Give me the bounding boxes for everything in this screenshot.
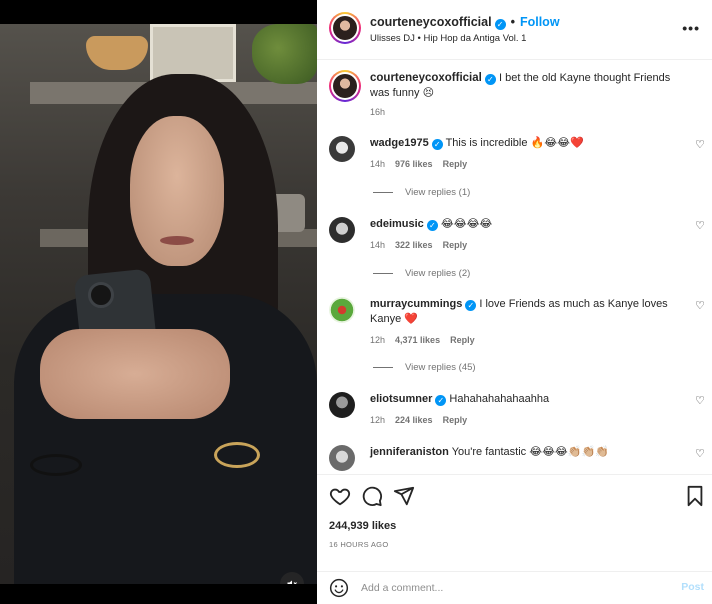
phone-camera	[88, 282, 114, 308]
likes-count[interactable]: 244,939 likes	[329, 520, 396, 532]
caption-timestamp: 16h	[370, 107, 386, 117]
comment-time: 14h	[370, 240, 386, 250]
comment-like-heart-icon[interactable]: ♡	[695, 396, 705, 407]
caption-avatar[interactable]	[329, 70, 361, 102]
more-options-button[interactable]: •••	[682, 20, 700, 36]
comment-meta: 14h 322 likes Reply	[370, 240, 477, 250]
commenter-avatar[interactable]	[329, 297, 355, 323]
comment-text: 😂😂😂😂	[440, 218, 493, 230]
comment-text-line: eliotsumner ✓ Hahahahahahaahha	[370, 392, 680, 407]
reply-button[interactable]: Reply	[443, 415, 468, 425]
bookmark-icon[interactable]	[684, 485, 706, 507]
verified-badge-icon: ✓	[494, 19, 506, 30]
commenter-username[interactable]: eliotsumner	[370, 393, 432, 405]
comment-input[interactable]	[361, 578, 651, 598]
verified-badge-icon: ✓	[435, 395, 447, 406]
comment-like-heart-icon[interactable]: ♡	[695, 449, 705, 460]
verified-badge-icon: ✓	[431, 139, 443, 150]
caption-username[interactable]: courteneycoxofficial	[370, 72, 482, 84]
comment-meta: 12h 224 likes Reply	[370, 415, 477, 425]
comment-like-heart-icon[interactable]: ♡	[695, 221, 705, 232]
comment-likes[interactable]: 976 likes	[395, 159, 433, 169]
media-viewer	[0, 0, 317, 604]
commenter-username[interactable]: wadge1975	[370, 137, 429, 149]
comment-item: jenniferaniston You're fantastic 😂😂😂👏🏼👏🏼…	[317, 445, 712, 474]
verified-badge-icon: ✓	[484, 74, 496, 85]
reply-button[interactable]: Reply	[443, 159, 468, 169]
caption: courteneycoxofficial ✓ I bet the old Kayn…	[370, 71, 690, 101]
commenter-avatar[interactable]	[329, 392, 355, 418]
commenter-avatar[interactable]	[329, 445, 355, 471]
wrist-band	[30, 454, 82, 476]
comment-text: You're fantastic 😂😂😂👏🏼👏🏼👏🏼	[451, 446, 609, 458]
post-details-panel: courteneycoxofficial ✓ • Follow Ulisses DJ …	[317, 0, 712, 604]
comment-text-line: wadge1975 ✓ This is incredible 🔥😂😂❤️	[370, 136, 680, 151]
comment-text-line: jenniferaniston You're fantastic 😂😂😂👏🏼👏🏼…	[370, 445, 680, 460]
reply-button[interactable]: Reply	[443, 240, 468, 250]
verified-badge-icon: ✓	[465, 300, 477, 311]
commenter-avatar[interactable]	[329, 217, 355, 243]
commenter-username[interactable]: murraycummings	[370, 298, 462, 310]
comment-text: This is incredible 🔥😂😂❤️	[445, 137, 584, 149]
follow-button[interactable]: Follow	[520, 15, 560, 29]
comment-text: Hahahahahahaahha	[449, 393, 550, 405]
view-replies-button[interactable]: View replies (45)	[373, 362, 476, 373]
comment-like-heart-icon[interactable]: ♡	[695, 140, 705, 151]
comment-time: 14h	[370, 159, 386, 169]
comment-item: wadge1975 ✓ This is incredible 🔥😂😂❤️ 14h 9…	[317, 136, 712, 198]
commenter-username[interactable]: edeimusic	[370, 218, 424, 230]
background-bowl	[86, 36, 148, 70]
post-actions: 244,939 likes 16 HOURS AGO Post	[317, 474, 712, 604]
video-player[interactable]	[0, 24, 317, 584]
comment-meta: 12h 4,371 likes Reply	[370, 335, 485, 345]
audio-track[interactable]: Ulisses DJ • Hip Hop da Antiga Vol. 1	[370, 33, 526, 44]
comment-time: 12h	[370, 415, 386, 425]
person-lips	[160, 236, 194, 245]
share-icon[interactable]	[393, 485, 415, 507]
commenter-username[interactable]: jenniferaniston	[370, 446, 449, 458]
comments-list[interactable]: courteneycoxofficial ✓ I bet the old Kayn…	[317, 61, 712, 474]
comment-item: murraycummings ✓ I love Friends as much a…	[317, 297, 712, 373]
mute-icon	[287, 580, 297, 584]
comment-item: eliotsumner ✓ Hahahahahahaahha 12h 224 lik…	[317, 392, 712, 432]
person-hands	[40, 329, 230, 419]
bracelet	[214, 442, 260, 468]
comment-item: edeimusic ✓ 😂😂😂😂 14h 322 likes Reply ♡ View…	[317, 217, 712, 279]
post-timestamp: 16 HOURS AGO	[329, 540, 389, 549]
verified-badge-icon: ✓	[426, 220, 438, 231]
post-header: courteneycoxofficial ✓ • Follow Ulisses DJ …	[317, 0, 712, 60]
reply-button[interactable]: Reply	[450, 335, 475, 345]
view-replies-button[interactable]: View replies (2)	[373, 268, 470, 279]
comment-meta: 14h 976 likes Reply	[370, 159, 477, 169]
heart-icon[interactable]	[329, 485, 351, 507]
comment-likes[interactable]: 4,371 likes	[395, 335, 440, 345]
post-comment-button[interactable]: Post	[681, 581, 704, 593]
view-replies-button[interactable]: View replies (1)	[373, 187, 470, 198]
comment-time: 12h	[370, 335, 386, 345]
comment-like-heart-icon[interactable]: ♡	[695, 301, 705, 312]
background-plant	[252, 24, 317, 84]
comment-text-line: edeimusic ✓ 😂😂😂😂	[370, 217, 680, 232]
emoji-icon[interactable]	[329, 578, 349, 598]
author-avatar[interactable]	[329, 12, 361, 44]
commenter-avatar[interactable]	[329, 136, 355, 162]
author-username[interactable]: courteneycoxofficial	[370, 15, 492, 29]
comment-icon[interactable]	[361, 485, 383, 507]
author-username-line: courteneycoxofficial ✓ • Follow	[370, 15, 560, 30]
add-comment-bar: Post	[317, 571, 712, 604]
comment-text-line: murraycummings ✓ I love Friends as much a…	[370, 297, 680, 327]
separator: •	[510, 15, 515, 29]
comment-likes[interactable]: 322 likes	[395, 240, 433, 250]
comment-likes[interactable]: 224 likes	[395, 415, 433, 425]
